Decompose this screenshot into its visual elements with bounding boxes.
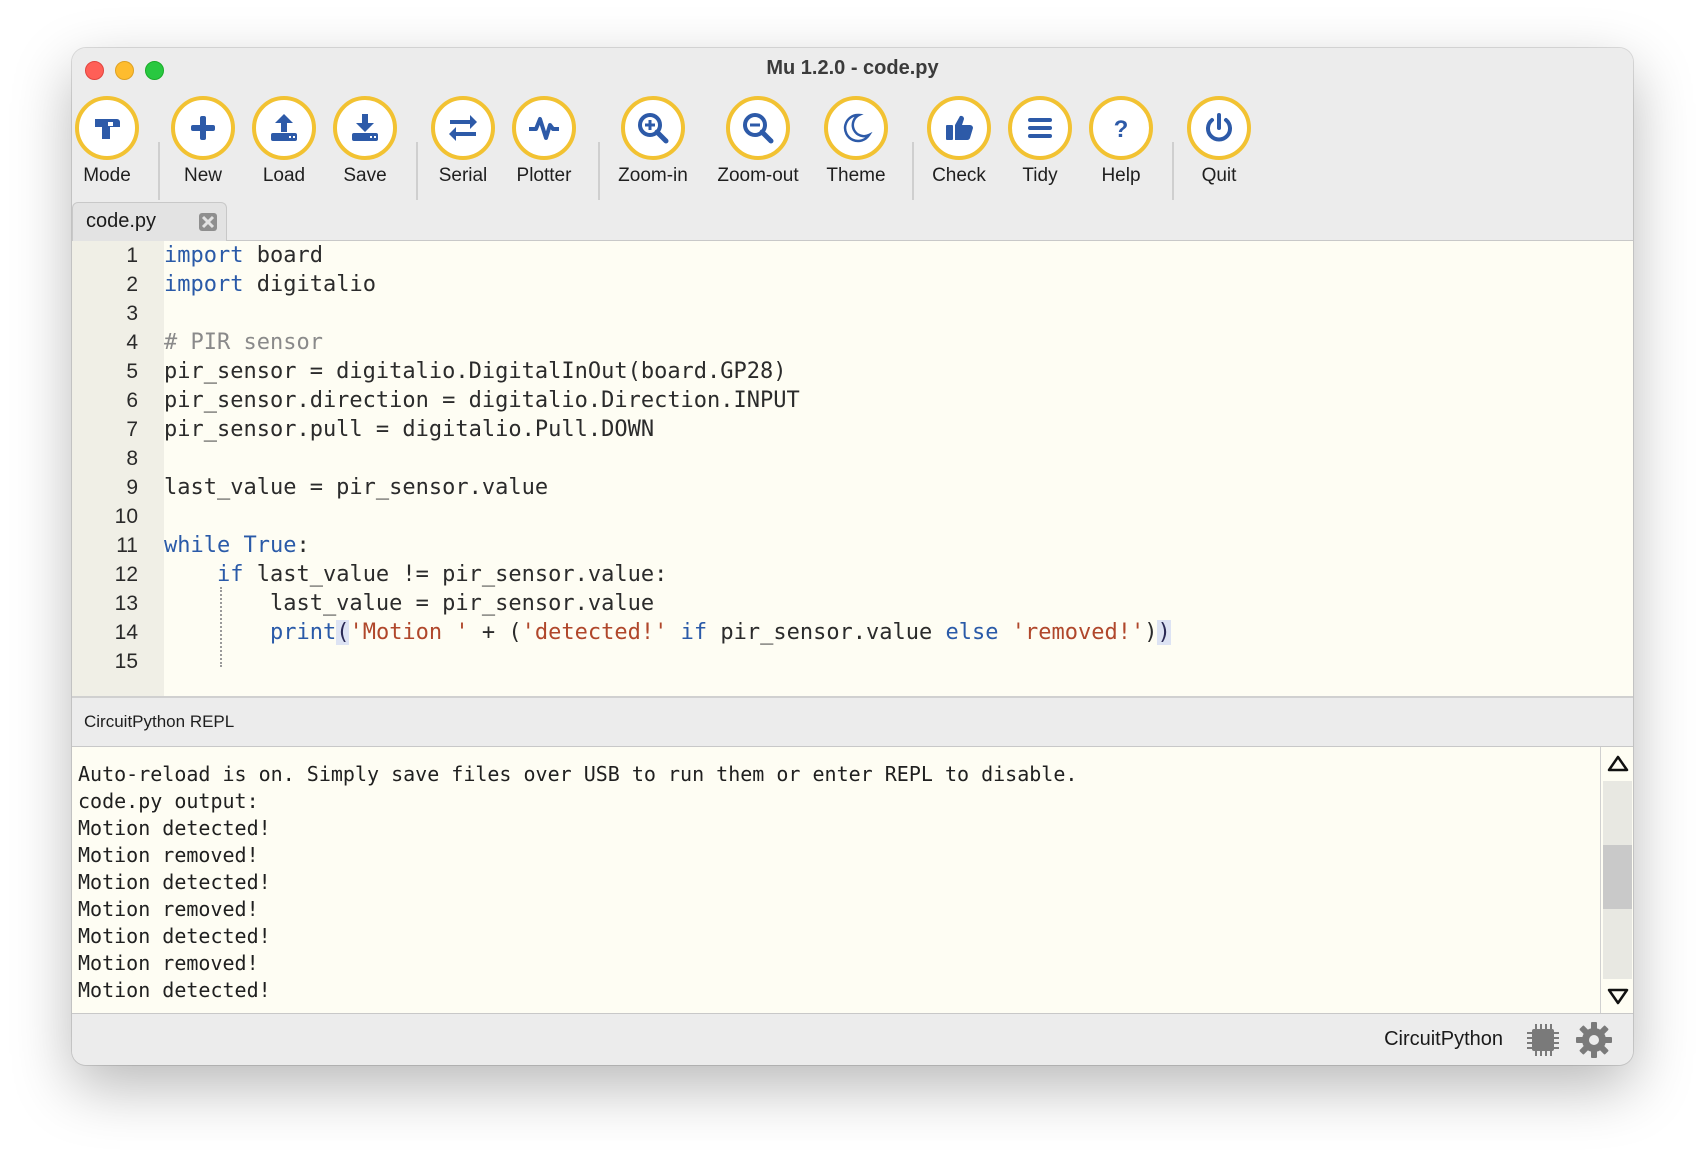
- power-icon: [1206, 113, 1232, 142]
- scroll-down-arrow-icon[interactable]: [1605, 983, 1631, 1009]
- plotter-label: Plotter: [516, 165, 572, 186]
- check-label: Check: [932, 165, 986, 186]
- code-line: 14 print('Motion ' + ('detected!' if pir…: [114, 620, 1171, 645]
- repl-output-line: Motion removed!: [78, 897, 259, 921]
- mode-label: Mode: [83, 165, 131, 186]
- plotter-button[interactable]: Plotter: [499, 96, 589, 187]
- code-line: 8: [126, 447, 138, 470]
- quit-label: Quit: [1201, 165, 1237, 186]
- moon-icon: [843, 113, 873, 143]
- theme-label: Theme: [826, 165, 886, 186]
- pulse-icon: [529, 117, 559, 140]
- serial-button[interactable]: Serial: [418, 96, 508, 187]
- code-line: 6 pir_sensor.direction = digitalio.Direct…: [126, 388, 800, 413]
- code-line: 11 while True:: [116, 533, 310, 558]
- code-line: 5 pir_sensor = digitalio.DigitalInOut(boa…: [126, 359, 787, 384]
- tidy-button[interactable]: Tidy: [995, 96, 1085, 187]
- mode-indicator[interactable]: CircuitPython: [1384, 1028, 1503, 1051]
- plus-icon: [191, 116, 215, 140]
- arrows-icon: [449, 115, 477, 141]
- question-icon: ?: [1114, 116, 1129, 143]
- code-line: 10: [114, 505, 138, 528]
- tab-bar: code.py: [72, 200, 1633, 241]
- code-line: 1 import board: [126, 243, 323, 268]
- zoom-in-label: Zoom-in: [618, 165, 688, 186]
- close-tab-icon[interactable]: [198, 212, 218, 232]
- mode-button[interactable]: Mode: [72, 96, 152, 187]
- code-line: 9 last_value = pir_sensor.value: [126, 475, 549, 500]
- check-button[interactable]: Check: [914, 96, 1004, 187]
- chip-icon[interactable]: [1525, 1022, 1561, 1058]
- repl-console[interactable]: Auto-reload is on. Simply save files ove…: [72, 747, 1600, 1013]
- serial-label: Serial: [438, 165, 488, 186]
- window-title: Mu 1.2.0 - code.py: [766, 57, 939, 79]
- save-button[interactable]: Save: [320, 96, 410, 187]
- repl-output-line: code.py output:: [78, 789, 259, 813]
- zoom-in-icon: [638, 113, 669, 144]
- mode-icon: [95, 119, 120, 139]
- download-icon: [352, 114, 378, 141]
- code-line: 13 last_value = pir_sensor.value: [114, 591, 655, 616]
- repl-title: CircuitPython REPL: [84, 712, 235, 731]
- repl-output-line: Motion detected!: [78, 978, 271, 1002]
- tab-code-py[interactable]: code.py: [72, 202, 227, 241]
- zoom-out-button[interactable]: Zoom-out: [713, 96, 803, 187]
- zoom-in-button[interactable]: Zoom-in: [608, 96, 698, 187]
- repl-scrollbar[interactable]: [1600, 747, 1633, 1013]
- repl-output-line: Motion detected!: [78, 924, 271, 948]
- repl-output-line: Motion removed!: [78, 951, 259, 975]
- upload-icon: [271, 114, 297, 141]
- quit-button[interactable]: Quit: [1174, 96, 1264, 187]
- mu-editor-window: Mu 1.2.0 - code.py Mode New Load Save Se…: [72, 48, 1633, 1065]
- repl-output-line: Motion detected!: [78, 870, 271, 894]
- theme-button[interactable]: Theme: [811, 96, 901, 187]
- scroll-up-arrow-icon[interactable]: [1605, 751, 1631, 777]
- zoom-out-icon: [743, 113, 774, 144]
- tab-label: code.py: [86, 210, 157, 232]
- status-bar: CircuitPython: [72, 1013, 1633, 1065]
- repl-output-line: Motion detected!: [78, 816, 271, 840]
- zoom-out-label: Zoom-out: [717, 165, 799, 186]
- load-button[interactable]: Load: [239, 96, 329, 187]
- load-label: Load: [262, 165, 306, 186]
- code-editor[interactable]: 1 import board 2 import digitalio 3 4 # PIR…: [72, 241, 1633, 698]
- tidy-label: Tidy: [1022, 165, 1058, 186]
- code-line: 12 if last_value != pir_sensor.value:: [114, 562, 668, 587]
- save-label: Save: [343, 165, 387, 186]
- svg-text:?: ?: [1114, 116, 1129, 143]
- scroll-thumb[interactable]: [1603, 845, 1632, 909]
- code-line: 7 pir_sensor.pull = digitalio.Pull.DOWN: [126, 417, 655, 442]
- help-button[interactable]: ? Help: [1076, 96, 1166, 187]
- new-label: New: [183, 165, 222, 186]
- repl-header: CircuitPython REPL: [72, 698, 1633, 747]
- gear-icon[interactable]: [1575, 1021, 1613, 1059]
- repl-output-line: Auto-reload is on. Simply save files ove…: [78, 762, 1078, 786]
- code-line: 3: [126, 302, 138, 325]
- thumbs-up-icon: [946, 115, 973, 141]
- code-line: 4 # PIR sensor: [126, 330, 323, 355]
- new-button[interactable]: New: [158, 96, 248, 187]
- lines-icon: [1028, 118, 1052, 138]
- title-bar: Mu 1.2.0 - code.py: [72, 48, 1633, 90]
- code-line: 2 import digitalio: [126, 272, 376, 297]
- repl-output-line: Motion removed!: [78, 843, 259, 867]
- help-label: Help: [1101, 165, 1141, 186]
- code-line: 15: [114, 650, 138, 673]
